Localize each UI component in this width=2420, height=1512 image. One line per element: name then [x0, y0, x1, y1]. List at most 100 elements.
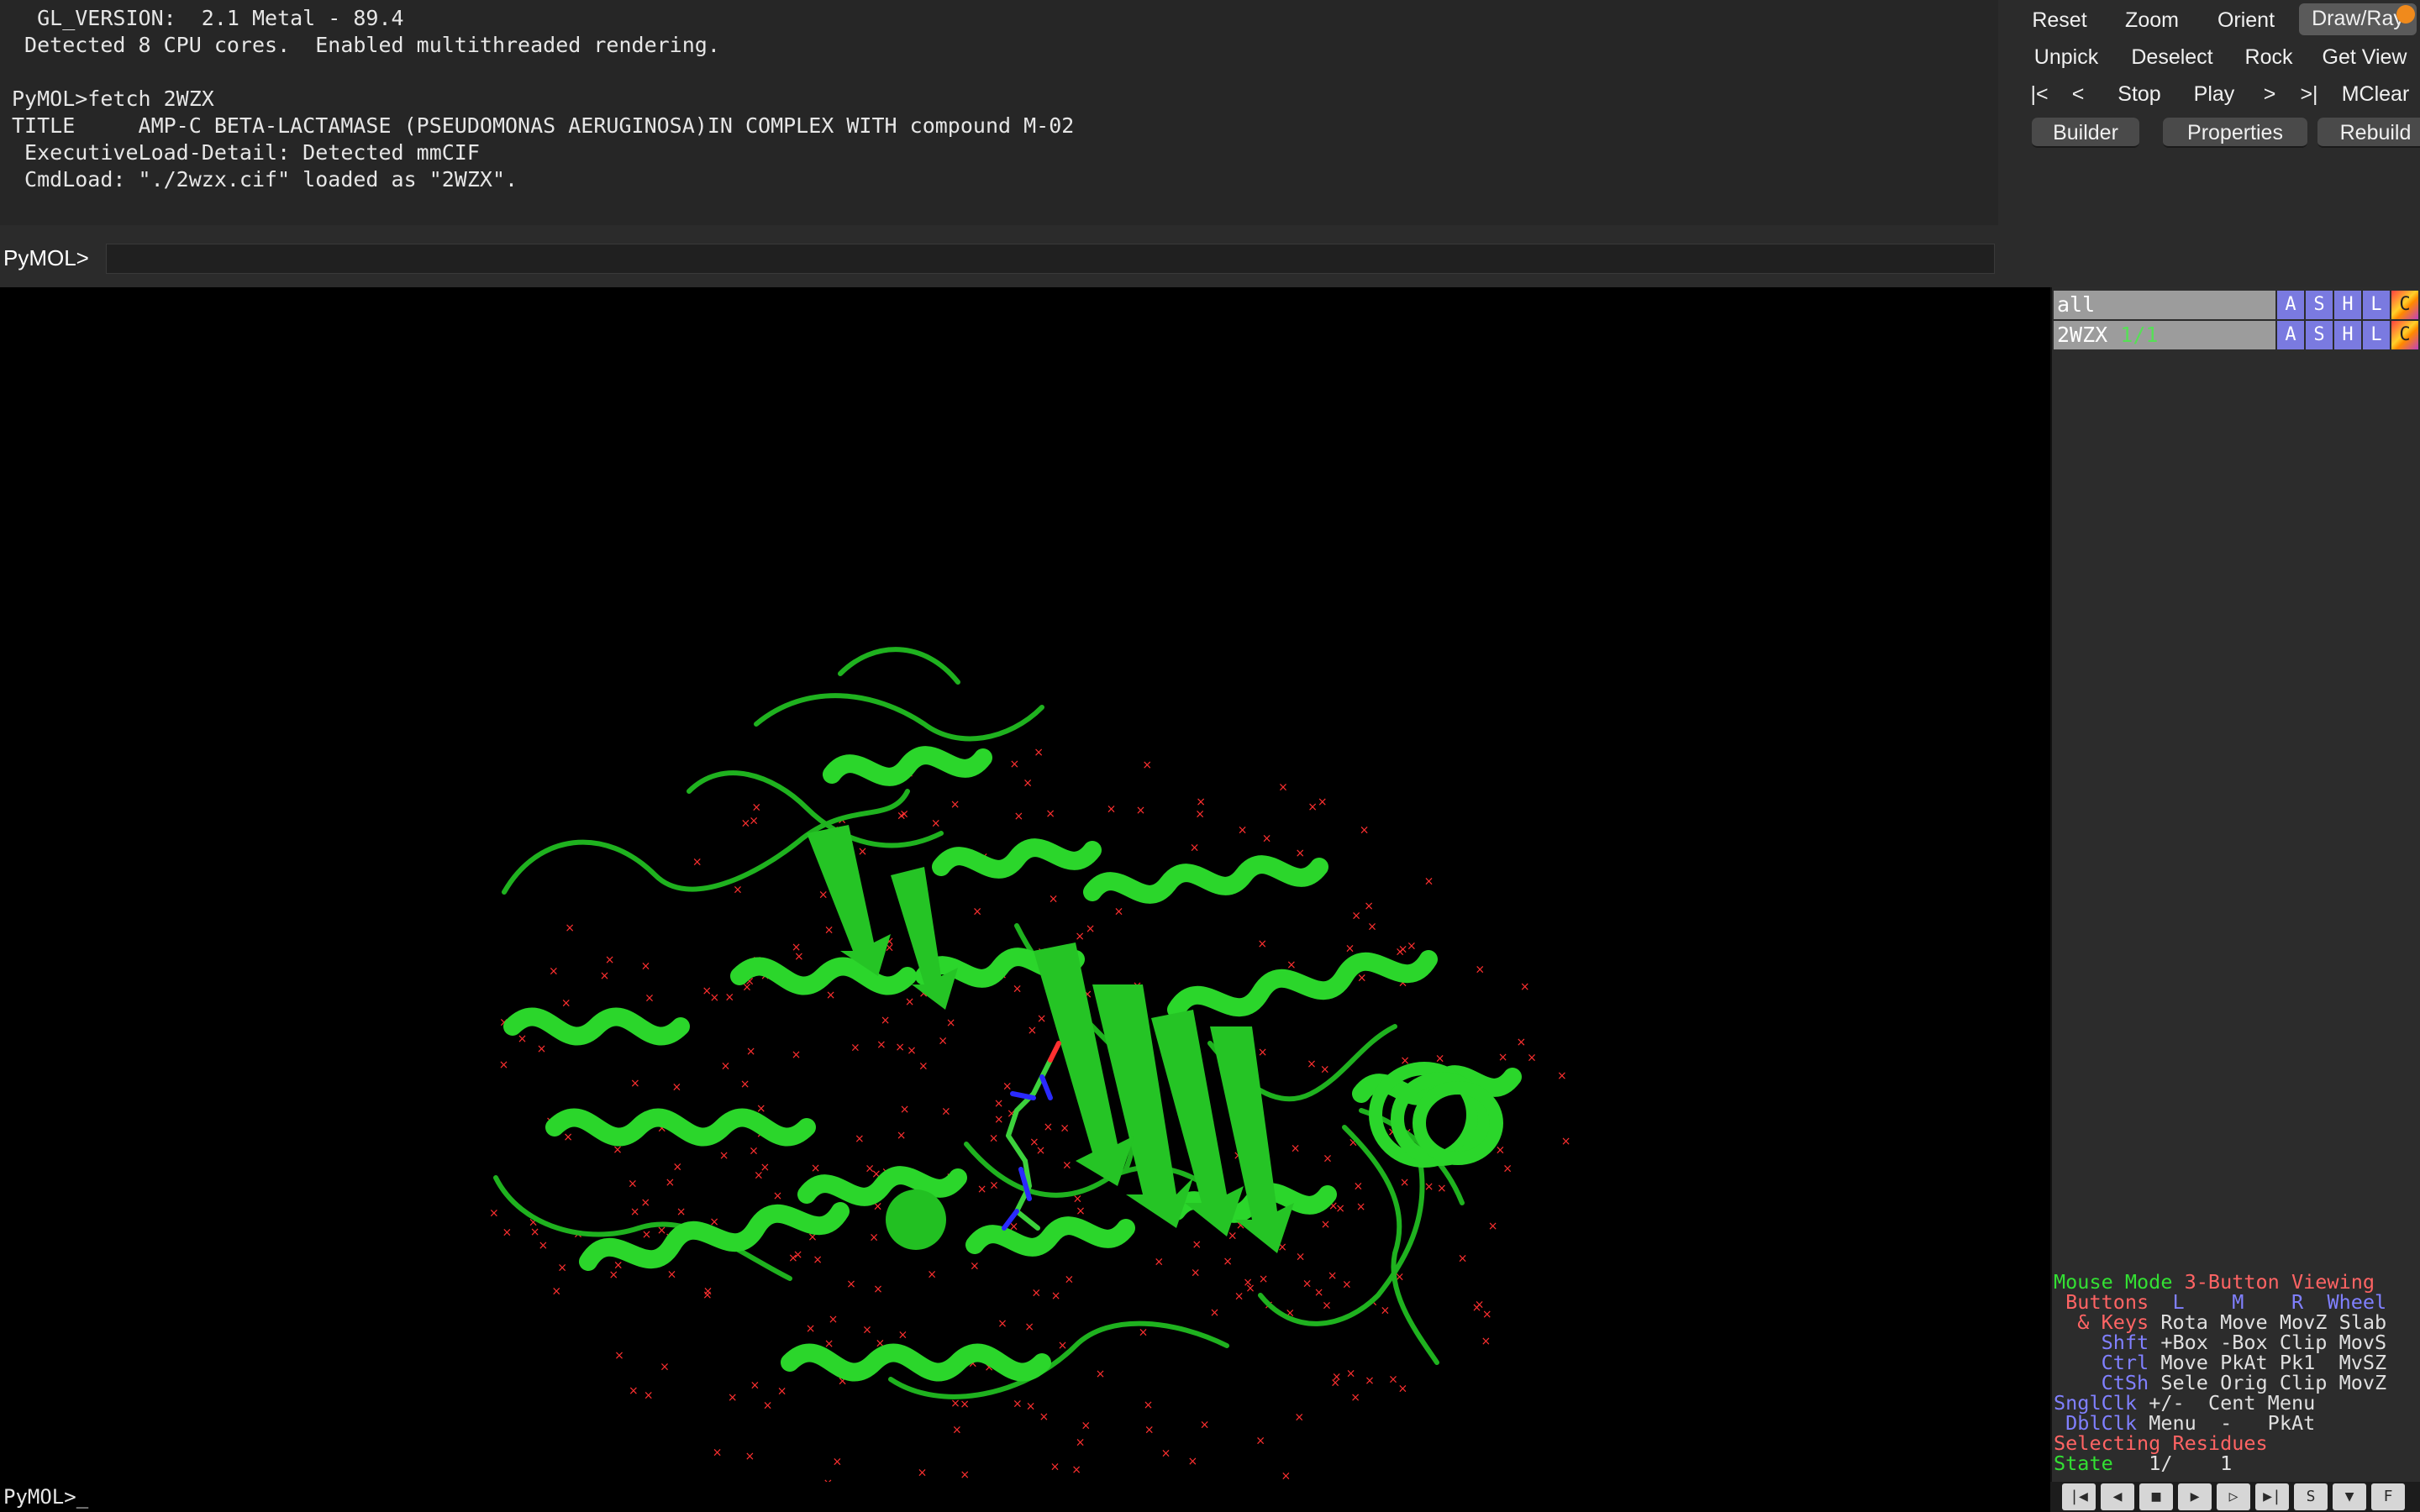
water-mark: ×	[927, 1268, 937, 1281]
step-back-icon[interactable]: ◀	[2101, 1483, 2134, 1510]
output-console: GL_VERSION: 2.1 Metal - 89.4 Detected 8 …	[0, 0, 1998, 225]
step-forward-icon[interactable]: ▷	[2217, 1483, 2250, 1510]
water-mark: ×	[721, 1059, 731, 1073]
scene-button[interactable]: S	[2294, 1483, 2328, 1510]
command-input[interactable]	[106, 244, 1995, 274]
get-view-button[interactable]: Get View	[2312, 42, 2417, 72]
properties-button[interactable]: Properties	[2163, 118, 2307, 148]
builder-button[interactable]: Builder	[2032, 118, 2139, 148]
water-mark: ×	[1381, 1305, 1391, 1318]
play-button[interactable]: Play	[2181, 79, 2247, 109]
color-menu-button[interactable]: C	[2391, 321, 2418, 349]
hide-menu-button[interactable]: H	[2334, 291, 2361, 319]
hide-menu-button[interactable]: H	[2334, 321, 2361, 349]
play-icon[interactable]: ▶	[2178, 1483, 2212, 1510]
object-row-2wzx[interactable]: 2WZX 1/1 A S H L C	[2052, 321, 2420, 349]
water-mark: ×	[1024, 1320, 1034, 1334]
water-mark: ×	[1257, 937, 1267, 951]
water-mark: ×	[946, 1016, 956, 1030]
water-mark: ×	[1238, 823, 1248, 837]
color-menu-button[interactable]: C	[2391, 291, 2418, 319]
water-mark: ×	[989, 1131, 999, 1145]
water-mark: ×	[1255, 1435, 1265, 1448]
water-mark: ×	[792, 1048, 802, 1062]
object-name[interactable]: 2WZX 1/1	[2054, 321, 2275, 349]
object-row-all[interactable]: all A S H L C	[2052, 291, 2420, 319]
show-menu-button[interactable]: S	[2306, 291, 2333, 319]
rewind-icon[interactable]: |◀	[2062, 1483, 2096, 1510]
mclear-button[interactable]: MClear	[2334, 79, 2417, 109]
rock-button[interactable]: Rock	[2237, 42, 2301, 72]
orient-button[interactable]: Orient	[2207, 5, 2286, 35]
fast-forward-icon[interactable]: ▶|	[2255, 1483, 2289, 1510]
bottom-command-line[interactable]: PyMOL>_	[0, 1482, 2050, 1512]
water-mark: ×	[918, 1060, 929, 1074]
water-mark: ×	[557, 1261, 567, 1274]
deselect-button[interactable]: Deselect	[2123, 42, 2222, 72]
water-mark: ×	[1318, 795, 1328, 809]
water-mark: ×	[672, 1080, 682, 1094]
water-mark: ×	[1037, 1012, 1047, 1026]
fullscreen-button[interactable]: F	[2371, 1483, 2405, 1510]
water-mark: ×	[1346, 1368, 1356, 1381]
action-menu-button[interactable]: A	[2277, 321, 2304, 349]
water-mark: ×	[1437, 1182, 1447, 1195]
molecule-viewport[interactable]: × × × × × × × × × × × × × × × × × × × × × × × × × × × × × × × × × × × × × × × ×…	[0, 287, 2050, 1512]
water-mark: ×	[667, 1268, 677, 1281]
water-mark: ×	[829, 1313, 839, 1326]
console-text: GL_VERSION: 2.1 Metal - 89.4 Detected 8 …	[0, 0, 1998, 193]
water-mark: ×	[1031, 1287, 1041, 1300]
first-frame-button[interactable]: |<	[2027, 79, 2052, 109]
action-menu-button[interactable]: A	[2277, 291, 2304, 319]
unpick-button[interactable]: Unpick	[2027, 42, 2106, 72]
water-mark: ×	[1424, 1180, 1434, 1194]
water-mark: ×	[1302, 1277, 1313, 1290]
water-mark: ×	[1062, 1159, 1072, 1173]
water-mark: ×	[824, 924, 834, 937]
top-panel: GL_VERSION: 2.1 Metal - 89.4 Detected 8 …	[0, 0, 2420, 287]
water-mark: ×	[1258, 1046, 1268, 1059]
water-mark: ×	[1023, 776, 1033, 790]
water-mark: ×	[1520, 980, 1530, 994]
water-mark: ×	[676, 1205, 687, 1219]
water-mark: ×	[561, 997, 571, 1011]
reset-button[interactable]: Reset	[2025, 5, 2094, 35]
rebuild-button[interactable]: Rebuild	[2317, 118, 2420, 148]
protein-render[interactable]: × × × × × × × × × × × × × × × × × × × × × × × × × × × × × × × × × × × × × × × ×…	[0, 287, 2050, 1512]
label-menu-button[interactable]: L	[2363, 321, 2390, 349]
console-line: CmdLoad: "./2wzx.cif" loaded as "2WZX".	[12, 167, 518, 192]
chevron-down-icon[interactable]: ▼	[2333, 1483, 2366, 1510]
show-menu-button[interactable]: S	[2306, 321, 2333, 349]
water-mark: ×	[1320, 1063, 1330, 1077]
water-mark: ×	[1424, 874, 1434, 888]
object-name[interactable]: all	[2054, 291, 2275, 319]
water-mark: ×	[777, 1385, 787, 1399]
water-mark: ×	[855, 1132, 865, 1146]
water-mark: ×	[938, 1034, 948, 1047]
water-mark: ×	[1196, 795, 1206, 809]
water-mark: ×	[873, 1283, 883, 1296]
water-mark: ×	[644, 1389, 654, 1403]
draw-ray-button[interactable]: Draw/Ray	[2299, 3, 2417, 35]
water-mark: ×	[1136, 804, 1146, 817]
last-frame-button[interactable]: >|	[2294, 79, 2324, 109]
mouse-mode-legend[interactable]: Mouse Mode 3-Button Viewing Buttons L M …	[2054, 1272, 2420, 1482]
water-mark: ×	[1400, 1176, 1410, 1189]
water-mark: ×	[763, 1399, 773, 1413]
water-mark: ×	[1475, 1299, 1485, 1312]
water-mark: ×	[833, 1456, 843, 1469]
water-mark: ×	[907, 1044, 917, 1058]
console-line: GL_VERSION: 2.1 Metal - 89.4	[12, 6, 404, 30]
label-menu-button[interactable]: L	[2363, 291, 2390, 319]
water-mark: ×	[950, 798, 960, 811]
zoom-button[interactable]: Zoom	[2118, 5, 2186, 35]
water-mark: ×	[749, 1145, 759, 1158]
next-frame-button[interactable]: >	[2257, 79, 2282, 109]
prev-frame-button[interactable]: <	[2067, 79, 2089, 109]
water-mark: ×	[850, 1041, 860, 1054]
water-mark: ×	[600, 969, 610, 983]
stop-button[interactable]: Stop	[2106, 79, 2173, 109]
stop-icon[interactable]: ■	[2139, 1483, 2173, 1510]
water-mark: ×	[1561, 1135, 1571, 1148]
